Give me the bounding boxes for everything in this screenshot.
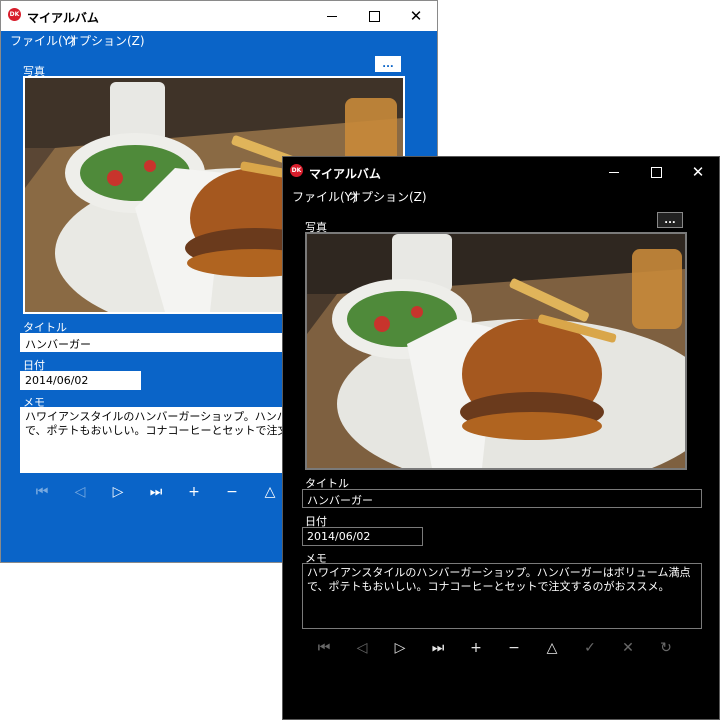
cancel-button[interactable]: ✕ bbox=[615, 635, 641, 661]
menu-options[interactable]: オプション(Z) bbox=[67, 32, 145, 49]
remove-record-button[interactable]: − bbox=[501, 635, 527, 661]
menu-file[interactable]: ファイル(Y) bbox=[10, 32, 75, 49]
up-button[interactable]: △ bbox=[539, 635, 565, 661]
window-title: マイアルバム bbox=[309, 167, 381, 181]
title-input[interactable]: ハンバーガー bbox=[302, 489, 702, 508]
close-button[interactable]: ✕ bbox=[677, 157, 719, 187]
last-record-button[interactable]: ⏭ bbox=[425, 635, 451, 661]
date-input[interactable]: 2014/06/02 bbox=[302, 527, 423, 546]
previous-record-button[interactable]: ◁ bbox=[349, 635, 375, 661]
minimize-icon bbox=[327, 15, 337, 17]
title-bar[interactable]: DK マイアルバム ✕ bbox=[283, 157, 719, 187]
app-icon: DK bbox=[8, 8, 21, 21]
close-button[interactable]: ✕ bbox=[395, 1, 437, 31]
first-record-button[interactable]: ⏮ bbox=[311, 635, 337, 661]
menu-bar: ファイル(Y) オプション(Z) bbox=[1, 31, 437, 49]
menu-options[interactable]: オプション(Z) bbox=[349, 188, 427, 205]
browse-photo-button[interactable]: ... bbox=[375, 56, 401, 72]
minimize-icon bbox=[609, 171, 619, 173]
first-record-button[interactable]: ⏮ bbox=[29, 479, 55, 505]
next-record-button[interactable]: ▷ bbox=[105, 479, 131, 505]
minimize-button[interactable] bbox=[311, 1, 353, 31]
add-record-button[interactable]: + bbox=[181, 479, 207, 505]
memo-textarea[interactable]: ハワイアンスタイルのハンバーガーショップ。ハンバーガーはボリューム満点で、ポテト… bbox=[302, 563, 702, 629]
maximize-icon bbox=[368, 10, 380, 22]
album-window-dark: DK マイアルバム ✕ ファイル(Y) オプション(Z) 写真 ... タイトル… bbox=[282, 156, 720, 720]
title-bar[interactable]: DK マイアルバム ✕ bbox=[1, 1, 437, 31]
ok-button[interactable]: ✓ bbox=[577, 635, 603, 661]
navigation-toolbar: ⏮ ◁ ▷ ⏭ + − △ ✓ ✕ ↻ bbox=[305, 635, 685, 661]
app-icon: DK bbox=[290, 164, 303, 177]
window-title: マイアルバム bbox=[27, 11, 99, 25]
browse-photo-button[interactable]: ... bbox=[657, 212, 683, 228]
maximize-icon bbox=[650, 166, 662, 178]
remove-record-button[interactable]: − bbox=[219, 479, 245, 505]
previous-record-button[interactable]: ◁ bbox=[67, 479, 93, 505]
date-input[interactable]: 2014/06/02 bbox=[20, 371, 141, 390]
menu-file[interactable]: ファイル(Y) bbox=[292, 188, 357, 205]
next-record-button[interactable]: ▷ bbox=[387, 635, 413, 661]
close-icon: ✕ bbox=[691, 162, 705, 181]
last-record-button[interactable]: ⏭ bbox=[143, 479, 169, 505]
photo-image bbox=[305, 232, 687, 470]
maximize-button[interactable] bbox=[353, 1, 395, 31]
close-icon: ✕ bbox=[409, 6, 423, 25]
menu-bar: ファイル(Y) オプション(Z) bbox=[283, 187, 719, 205]
add-record-button[interactable]: + bbox=[463, 635, 489, 661]
up-button[interactable]: △ bbox=[257, 479, 283, 505]
minimize-button[interactable] bbox=[593, 157, 635, 187]
maximize-button[interactable] bbox=[635, 157, 677, 187]
refresh-button[interactable]: ↻ bbox=[653, 635, 679, 661]
